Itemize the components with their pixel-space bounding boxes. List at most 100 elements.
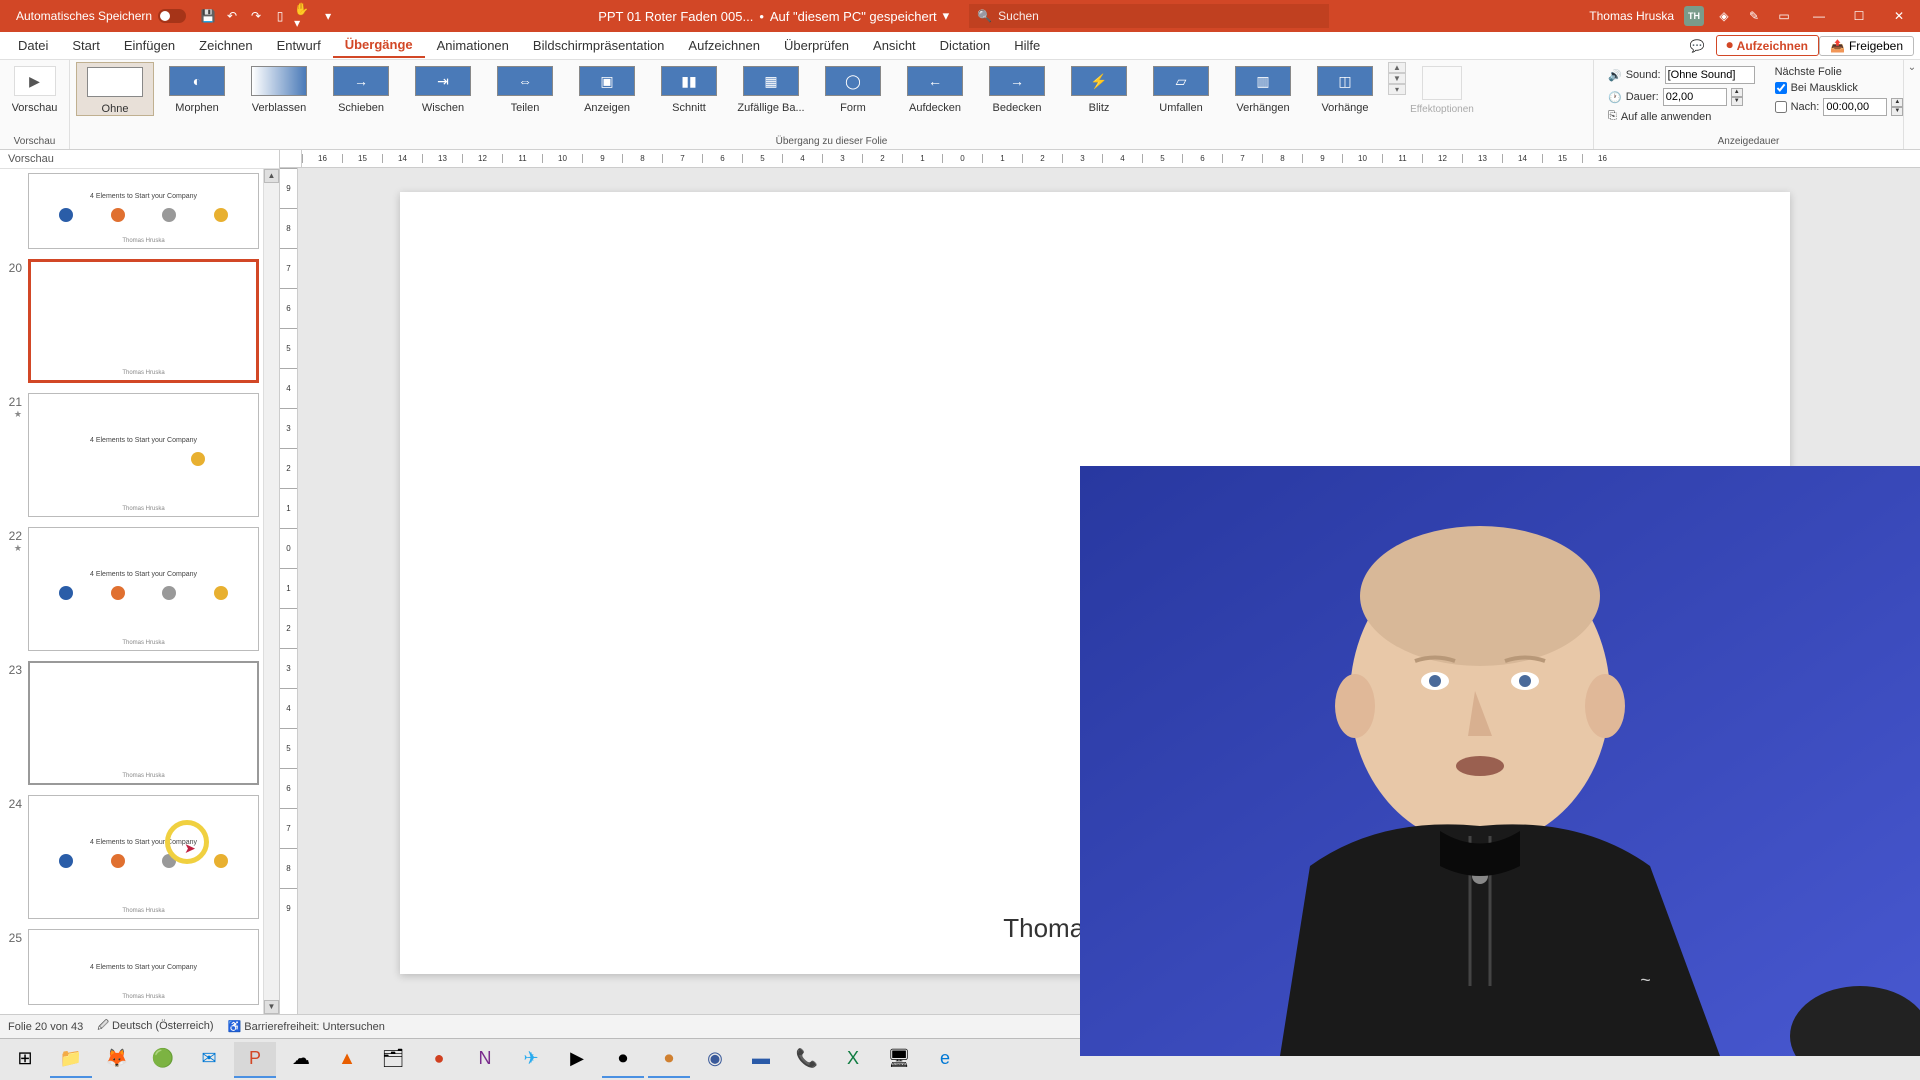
taskbar-app-icon[interactable]: ☁ <box>280 1042 322 1078</box>
undo-icon[interactable]: ↶ <box>222 6 242 26</box>
tab-bildschirmpraesentation[interactable]: Bildschirmpräsentation <box>521 34 677 57</box>
tab-entwurf[interactable]: Entwurf <box>265 34 333 57</box>
toggle-switch-icon[interactable] <box>158 9 186 23</box>
tab-aufzeichnen[interactable]: Aufzeichnen <box>676 34 772 57</box>
tab-ueberpruefen[interactable]: Überprüfen <box>772 34 861 57</box>
duration-input[interactable] <box>1663 88 1727 106</box>
status-language[interactable]: 🖉 Deutsch (Österreich) <box>97 1017 213 1036</box>
search-input[interactable] <box>998 9 1321 23</box>
transition-verblassen[interactable]: Verblassen <box>240 62 318 114</box>
maximize-button[interactable]: ☐ <box>1844 1 1874 31</box>
slide-thumbnail-box[interactable]: 4 Elements to Start your CompanyThomas H… <box>28 173 259 249</box>
status-accessibility[interactable]: ♿ Barrierefreiheit: Untersuchen <box>228 1020 385 1033</box>
tab-dictation[interactable]: Dictation <box>928 34 1003 57</box>
comments-button[interactable]: 💬 <box>1679 36 1716 56</box>
tab-uebergaenge[interactable]: Übergänge <box>333 33 425 58</box>
transition-verhaengen[interactable]: ▥Verhängen <box>1224 62 1302 114</box>
transition-form[interactable]: ◯Form <box>814 62 892 114</box>
tab-ansicht[interactable]: Ansicht <box>861 34 928 57</box>
taskbar-obs-icon[interactable]: ⏺ <box>602 1042 644 1078</box>
transition-aufdecken[interactable]: ←Aufdecken <box>896 62 974 114</box>
taskbar-telegram-icon[interactable]: ✈ <box>510 1042 552 1078</box>
tab-einfuegen[interactable]: Einfügen <box>112 34 187 57</box>
save-icon[interactable]: 💾 <box>198 6 218 26</box>
slide-thumbnail[interactable]: 244 Elements to Start your CompanyThomas… <box>4 795 259 919</box>
slide-thumbnail-box[interactable]: 4 Elements to Start your CompanyThomas H… <box>28 795 259 919</box>
close-button[interactable]: ✕ <box>1884 1 1914 31</box>
taskbar-edge-icon[interactable]: e <box>924 1042 966 1078</box>
slide-thumbnail[interactable]: 22★4 Elements to Start your CompanyThoma… <box>4 527 259 651</box>
slide-thumbnail[interactable]: 21★4 Elements to Start your CompanyThoma… <box>4 393 259 517</box>
taskbar-app8-icon[interactable]: 🖥 <box>878 1042 920 1078</box>
taskbar-chrome-icon[interactable]: 🟢 <box>142 1042 184 1078</box>
slide-thumbnail[interactable]: 20Thomas Hruska <box>4 259 259 383</box>
transition-vorhaenge[interactable]: ◫Vorhänge <box>1306 62 1384 114</box>
slide-thumbnail-box[interactable]: 4 Elements to Start your CompanyThomas H… <box>28 393 259 517</box>
scroll-down-icon[interactable]: ▼ <box>264 1000 279 1014</box>
duration-spinner[interactable]: ▲▼ <box>1731 88 1743 106</box>
transition-umfallen[interactable]: ▱Umfallen <box>1142 62 1220 114</box>
tab-zeichnen[interactable]: Zeichnen <box>187 34 264 57</box>
after-spinner[interactable]: ▲▼ <box>1891 98 1903 116</box>
after-input[interactable] <box>1823 98 1887 116</box>
taskbar-recorder-icon[interactable]: ⏺ <box>648 1042 690 1078</box>
slide-thumbnail[interactable]: 23Thomas Hruska <box>4 661 259 785</box>
taskbar-excel-icon[interactable]: X <box>832 1042 874 1078</box>
slide-thumbnail-box[interactable]: 4 Elements to Start your CompanyThomas H… <box>28 527 259 651</box>
start-button[interactable]: ⊞ <box>4 1042 46 1078</box>
transition-bedecken[interactable]: →Bedecken <box>978 62 1056 114</box>
user-avatar[interactable]: TH <box>1684 6 1704 26</box>
transition-schieben[interactable]: →Schieben <box>322 62 400 114</box>
taskbar-app7-icon[interactable]: 📞 <box>786 1042 828 1078</box>
taskbar-app2-icon[interactable]: 🗂 <box>372 1042 414 1078</box>
transition-schnitt[interactable]: ▮▮Schnitt <box>650 62 728 114</box>
slide-thumbnail[interactable]: 254 Elements to Start your CompanyThomas… <box>4 929 259 1005</box>
qat-customize-icon[interactable]: ▾ <box>318 6 338 26</box>
after-checkbox[interactable] <box>1775 101 1787 113</box>
transition-anzeigen[interactable]: ▣Anzeigen <box>568 62 646 114</box>
taskbar-vlc-icon[interactable]: ▲ <box>326 1042 368 1078</box>
transition-blitz[interactable]: ⚡Blitz <box>1060 62 1138 114</box>
redo-icon[interactable]: ↷ <box>246 6 266 26</box>
taskbar-app4-icon[interactable]: ▶ <box>556 1042 598 1078</box>
on-click-checkbox[interactable] <box>1775 82 1787 94</box>
share-button[interactable]: 📤 Freigeben <box>1819 36 1914 56</box>
collapse-ribbon-icon[interactable]: ⌄ <box>1908 62 1916 73</box>
transition-ohne[interactable]: Ohne <box>76 62 154 116</box>
search-box[interactable]: 🔍 <box>969 4 1329 28</box>
record-button[interactable]: ⏺ Aufzeichnen <box>1716 35 1819 56</box>
scroll-up-icon[interactable]: ▲ <box>264 169 279 183</box>
thumbnail-scrollbar[interactable]: ▲ ▼ <box>263 169 279 1014</box>
apply-all-button[interactable]: ⎘ Auf alle anwenden <box>1608 110 1755 123</box>
document-title[interactable]: PPT 01 Roter Faden 005... • Auf "diesem … <box>598 8 949 24</box>
status-slide-count[interactable]: Folie 20 von 43 <box>8 1021 83 1033</box>
taskbar-onenote-icon[interactable]: N <box>464 1042 506 1078</box>
minimize-button[interactable]: — <box>1804 1 1834 31</box>
window-layout-icon[interactable]: ▭ <box>1774 6 1794 26</box>
transition-zufaellige[interactable]: ▦Zufällige Ba... <box>732 62 810 114</box>
taskbar-powerpoint-icon[interactable]: P <box>234 1042 276 1078</box>
transition-teilen[interactable]: ⇔Teilen <box>486 62 564 114</box>
taskbar-app5-icon[interactable]: ◉ <box>694 1042 736 1078</box>
autosave-toggle[interactable]: Automatisches Speichern <box>8 9 194 23</box>
taskbar-app3-icon[interactable]: ● <box>418 1042 460 1078</box>
tab-animationen[interactable]: Animationen <box>425 34 521 57</box>
sound-select[interactable] <box>1665 66 1755 84</box>
taskbar-explorer-icon[interactable]: 📁 <box>50 1042 92 1078</box>
taskbar-firefox-icon[interactable]: 🦊 <box>96 1042 138 1078</box>
pen-icon[interactable]: ✎ <box>1744 6 1764 26</box>
slide-thumbnail[interactable]: 4 Elements to Start your CompanyThomas H… <box>4 173 259 249</box>
transition-morphen[interactable]: ◐Morphen <box>158 62 236 114</box>
present-from-start-icon[interactable]: ▯ <box>270 6 290 26</box>
tab-start[interactable]: Start <box>60 34 111 57</box>
tab-hilfe[interactable]: Hilfe <box>1002 34 1052 57</box>
tab-datei[interactable]: Datei <box>6 34 60 57</box>
coming-soon-icon[interactable]: ◈ <box>1714 6 1734 26</box>
taskbar-app6-icon[interactable]: ▬ <box>740 1042 782 1078</box>
transition-wischen[interactable]: ⇥Wischen <box>404 62 482 114</box>
touch-mode-icon[interactable]: ✋▾ <box>294 6 314 26</box>
slide-thumbnail-box[interactable]: Thomas Hruska <box>28 661 259 785</box>
slide-thumbnail-box[interactable]: 4 Elements to Start your CompanyThomas H… <box>28 929 259 1005</box>
taskbar-outlook-icon[interactable]: ✉ <box>188 1042 230 1078</box>
slide-thumbnail-box[interactable]: Thomas Hruska <box>28 259 259 383</box>
